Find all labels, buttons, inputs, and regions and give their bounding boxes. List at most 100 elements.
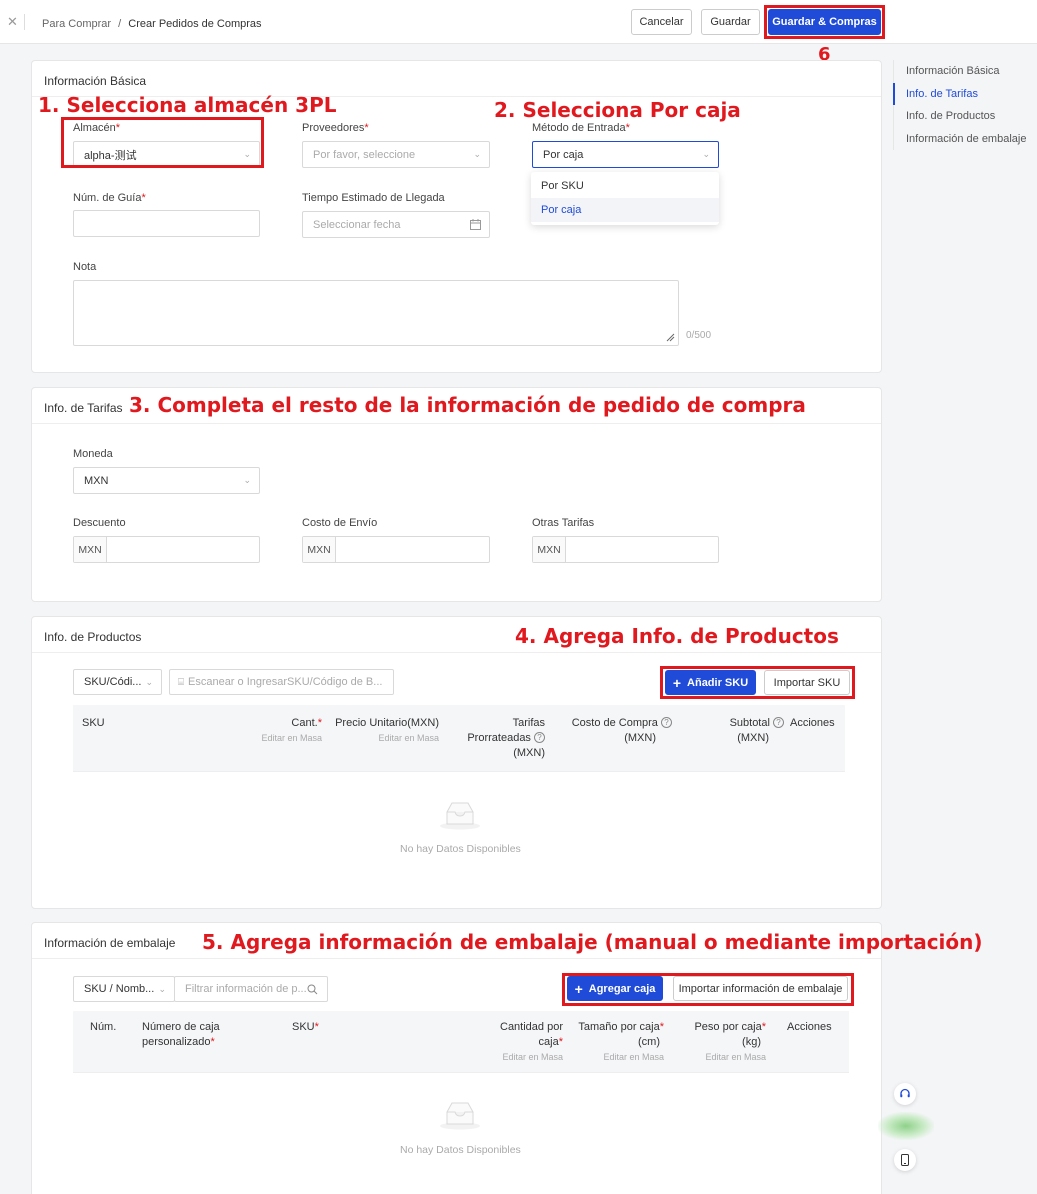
supplier-label: Proveedores* (302, 122, 369, 134)
product-filter-select[interactable]: SKU/Códi... ⌄ (73, 669, 162, 695)
empty-box-icon (440, 802, 480, 830)
column-box-size: Tamaño por caja* (cm) Editar en Masa (575, 1020, 664, 1065)
help-icon[interactable]: ? (773, 717, 784, 728)
shipping-label: Costo de Envío (302, 517, 378, 529)
import-packing-button[interactable]: Importar información de embalaje (673, 976, 848, 1001)
column-prorated-label-3: (MXN) (513, 747, 545, 759)
column-size-label-2: (cm) (638, 1036, 660, 1048)
import-sku-button[interactable]: Importar SKU (764, 670, 850, 695)
column-packing-sku: SKU* (292, 1020, 319, 1035)
add-sku-button[interactable]: + Añadir SKU (665, 670, 756, 695)
column-prorated-label-1: Tarifas (512, 717, 545, 729)
note-label: Nota (73, 261, 97, 273)
column-packing-actions: Acciones (787, 1021, 832, 1033)
packing-filter-placeholder: Filtrar información de p... (185, 983, 307, 995)
note-textarea[interactable] (73, 280, 679, 346)
side-nav-item-fees[interactable]: Info. de Tarifas (893, 83, 1037, 105)
products-title: Info. de Productos (44, 630, 142, 644)
breadcrumb-current: Crear Pedidos de Compras (128, 18, 262, 30)
add-box-label: Agregar caja (588, 982, 656, 995)
required-mark: * (659, 1021, 664, 1033)
add-box-button[interactable]: + Agregar caja (567, 976, 663, 1001)
column-subtotal-label-1: Subtotal (729, 717, 770, 729)
save-and-purchase-button[interactable]: Guardar & Compras (768, 9, 881, 35)
breadcrumb-separator: / (118, 18, 122, 30)
column-size-label-1: Tamaño por caja (578, 1021, 660, 1033)
chevron-down-icon: ⌄ (702, 149, 710, 159)
chevron-down-icon: ⌄ (473, 149, 481, 159)
currency-value: MXN (84, 474, 109, 487)
supplier-select[interactable]: Por favor, seleccione ⌄ (302, 141, 490, 168)
column-subtotal-label-wrap: Subtotal ? (710, 716, 784, 731)
bulk-edit-link[interactable]: Editar en Masa (575, 1050, 664, 1065)
dropdown-option-por-sku[interactable]: Por SKU (531, 174, 719, 198)
plus-icon: + (574, 980, 583, 997)
entry-method-label-text: Método de Entrada (532, 122, 626, 134)
column-purchase-cost: Costo de Compra ? (MXN) (560, 716, 672, 746)
bulk-edit-link[interactable]: Editar en Masa (685, 1050, 766, 1065)
column-qty-label-2-wrap: caja* (490, 1035, 563, 1050)
packing-filter-input[interactable]: Filtrar información de p... (174, 976, 328, 1002)
top-bar: ✕ Para Comprar / Crear Pedidos de Compra… (0, 0, 1037, 44)
column-sku: SKU (82, 717, 105, 729)
headset-support-icon[interactable] (894, 1083, 916, 1105)
chevron-down-icon: ⌄ (243, 475, 251, 485)
eta-date-picker[interactable]: Seleccionar fecha (302, 211, 490, 238)
required-mark: * (625, 122, 630, 134)
packing-filter-select[interactable]: SKU / Nomb... ⌄ (73, 976, 175, 1002)
column-purchase-cost-label-1: Costo de Compra (571, 717, 658, 729)
column-packing-sku-label: SKU (292, 1021, 315, 1033)
shipping-cost-input[interactable]: MXN (302, 536, 490, 563)
column-box-number-label-1: Número de caja (142, 1021, 220, 1033)
other-fees-label: Otras Tarifas (532, 517, 595, 529)
side-nav-item-basic[interactable]: Información Básica (893, 60, 1037, 82)
column-subtotal: Subtotal ? (MXN) (710, 716, 784, 746)
guide-number-input[interactable] (73, 210, 260, 237)
currency-prefix: MXN (533, 537, 566, 562)
cancel-button[interactable]: Cancelar (631, 9, 692, 35)
table-divider (73, 1072, 849, 1073)
bulk-edit-link[interactable]: Editar en Masa (240, 731, 322, 746)
column-box-number-label-2-wrap: personalizado* (142, 1035, 220, 1050)
mobile-phone-icon[interactable] (894, 1149, 916, 1171)
column-weight-label-2: (kg) (742, 1036, 761, 1048)
other-fees-input[interactable]: MXN (532, 536, 719, 563)
bulk-edit-link[interactable]: Editar en Masa (330, 731, 439, 746)
entry-method-dropdown: Por SKU Por caja (531, 172, 719, 225)
dropdown-option-por-caja[interactable]: Por caja (531, 198, 719, 222)
column-prorated-label-2-wrap: Prorrateadas ? (465, 731, 545, 746)
search-icon[interactable] (307, 984, 318, 995)
column-weight-label-1-wrap: Peso por caja* (685, 1020, 766, 1035)
close-icon[interactable]: ✕ (7, 14, 18, 30)
add-sku-label: Añadir SKU (687, 676, 749, 689)
side-nav-item-packing[interactable]: Información de embalaje (893, 128, 1037, 150)
scan-input[interactable]: ⌸ Escanear o IngresarSKU/Código de B... (169, 669, 394, 695)
column-weight-label-1: Peso por caja (694, 1021, 762, 1033)
discount-input[interactable]: MXN (73, 536, 260, 563)
required-mark: * (210, 1036, 215, 1048)
column-unit-price-label: Precio Unitario(MXN) (335, 717, 439, 729)
entry-method-select[interactable]: Por caja ⌄ (532, 141, 719, 168)
resize-handle-icon (666, 333, 675, 342)
help-icon[interactable]: ? (661, 717, 672, 728)
required-mark: * (317, 717, 322, 729)
basic-info-title: Información Básica (44, 74, 147, 88)
divider (24, 14, 25, 30)
bulk-edit-link[interactable]: Editar en Masa (490, 1050, 563, 1065)
column-qty-per-box: Cantidad por caja* Editar en Masa (490, 1020, 563, 1065)
required-mark: * (761, 1021, 766, 1033)
column-number: Núm. (90, 1021, 117, 1033)
product-filter-value: SKU/Códi... (84, 676, 142, 688)
column-box-number-label-2: personalizado (142, 1036, 211, 1048)
help-icon[interactable]: ? (534, 732, 545, 743)
required-mark: * (314, 1021, 319, 1033)
note-counter: 0/500 (686, 330, 712, 341)
annotation-step2: 2. Selecciona Por caja (494, 98, 741, 122)
side-nav-item-products[interactable]: Info. de Productos (893, 105, 1037, 127)
required-mark: * (558, 1036, 563, 1048)
currency-select[interactable]: MXN ⌄ (73, 467, 260, 494)
fees-card: Info. de Tarifas (31, 387, 882, 602)
breadcrumb-parent[interactable]: Para Comprar (42, 18, 111, 30)
save-button[interactable]: Guardar (701, 9, 760, 35)
warehouse-select[interactable]: alpha-测试 ⌄ (73, 141, 260, 168)
